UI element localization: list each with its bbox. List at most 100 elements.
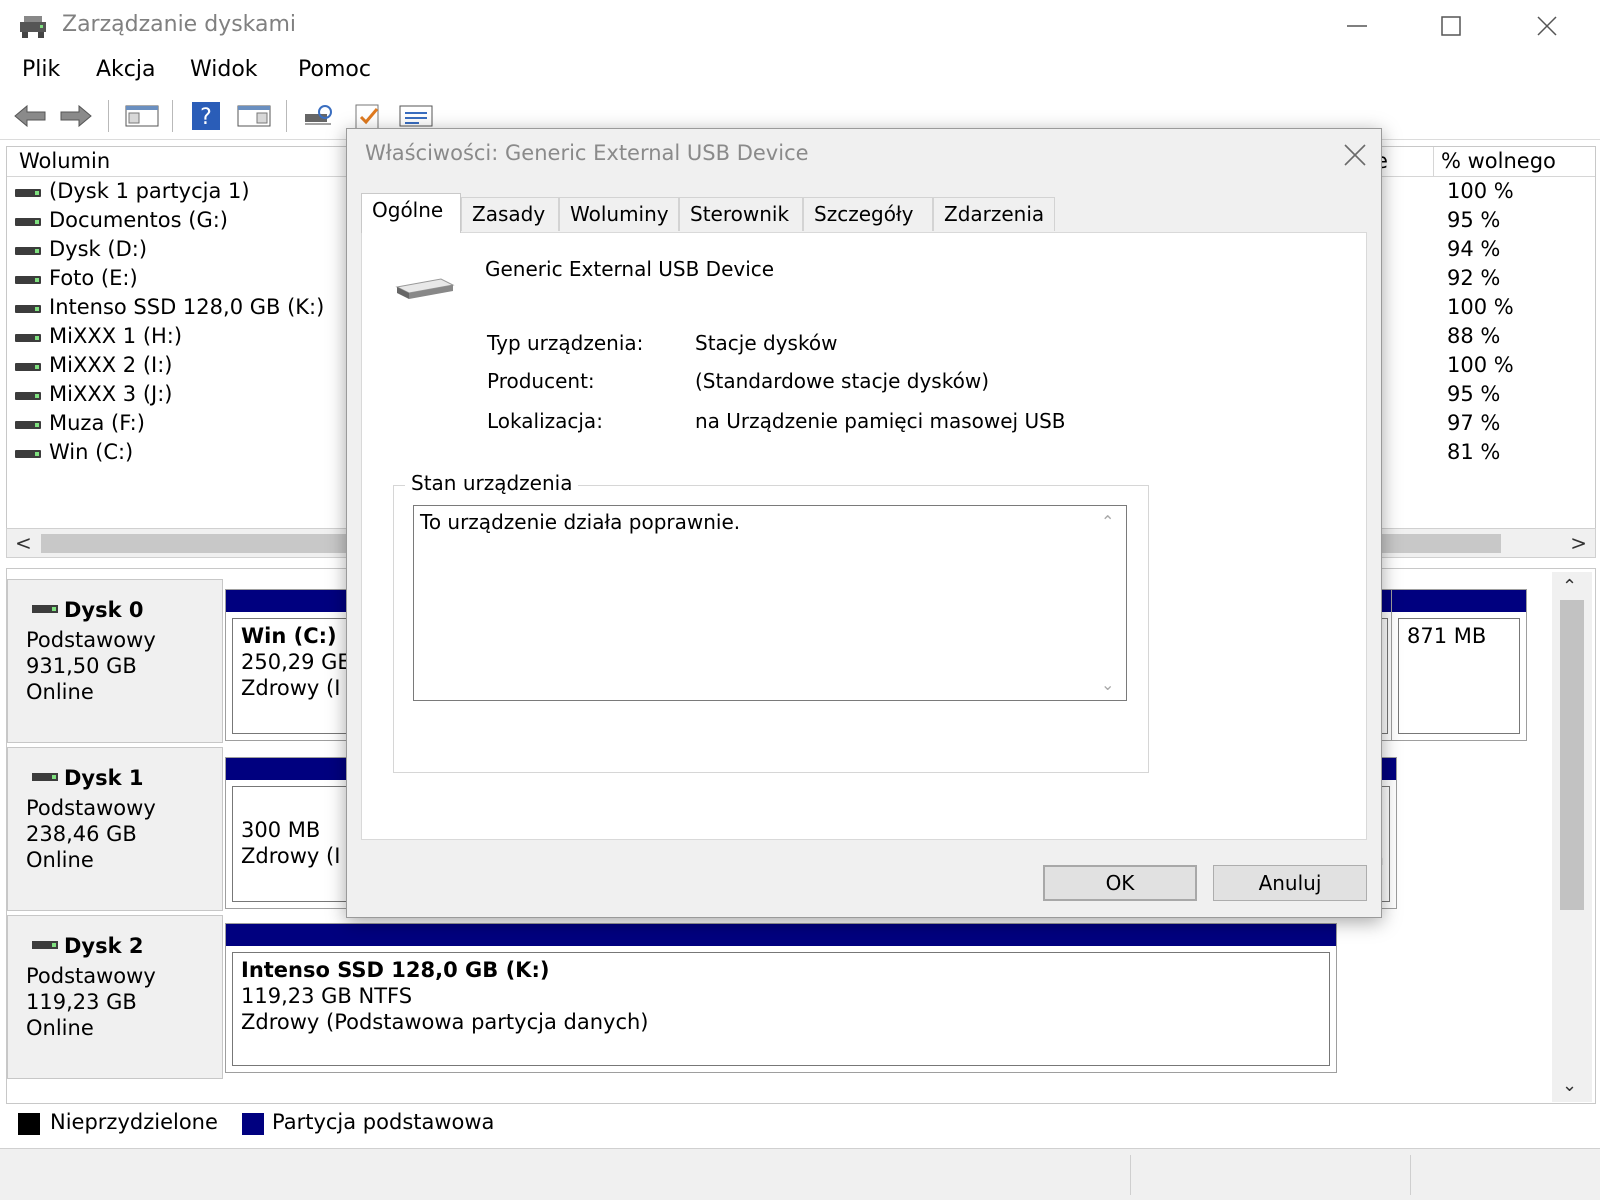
- device-type-value: Stacje dysków: [695, 331, 838, 355]
- window-title: Zarządzanie dyskami: [62, 12, 297, 37]
- scroll-right-icon[interactable]: >: [1570, 531, 1587, 555]
- volume-free-percent: 94 %: [1447, 237, 1501, 261]
- volume-name: Documentos (G:): [49, 208, 228, 232]
- legend-swatch-primary: [242, 1113, 264, 1135]
- volume-free-percent: 88 %: [1447, 324, 1501, 348]
- legend-label-primary: Partycja podstawowa: [272, 1110, 495, 1134]
- column-volume[interactable]: Wolumin: [19, 149, 110, 173]
- close-button[interactable]: [1524, 8, 1570, 44]
- device-type-label: Typ urządzenia:: [487, 331, 644, 355]
- disk-name: Dysk 0: [64, 598, 144, 622]
- disk-status: Online: [26, 680, 94, 704]
- svg-text:?: ?: [200, 105, 212, 130]
- dialog-close-button[interactable]: [1335, 135, 1375, 175]
- status-bar: [0, 1148, 1600, 1200]
- volume-drive-icon: [15, 189, 41, 197]
- menu-help[interactable]: Pomoc: [288, 57, 381, 82]
- volume-drive-icon: [15, 305, 41, 313]
- volume-name: Foto (E:): [49, 266, 138, 290]
- volume-free-percent: 100 %: [1447, 353, 1514, 377]
- partition-title: Intenso SSD 128,0 GB (K:): [241, 958, 550, 982]
- scroll-up-icon[interactable]: ⌃: [1562, 576, 1577, 597]
- disk-type: Podstawowy: [26, 796, 156, 820]
- location-value: na Urządzenie pamięci masowej USB: [695, 409, 1066, 433]
- properties-dialog: Właściwości: Generic External USB Device…: [346, 128, 1382, 918]
- help-icon: ?: [192, 102, 220, 130]
- forward-button[interactable]: [58, 98, 94, 134]
- disk-size: 238,46 GB: [26, 822, 137, 846]
- usb-drive-icon: [395, 278, 455, 299]
- back-arrow-icon: [14, 104, 46, 128]
- device-status-textbox[interactable]: To urządzenie działa poprawnie. ⌃ ⌄: [413, 505, 1127, 701]
- volume-name: Muza (F:): [49, 411, 145, 435]
- partition-bar: [226, 924, 1336, 946]
- tab-driver[interactable]: Sterownik: [679, 197, 803, 231]
- device-status-text: To urządzenie działa poprawnie.: [420, 510, 741, 534]
- tab-volumes[interactable]: Woluminy: [559, 197, 679, 231]
- minimize-icon: [1347, 25, 1367, 27]
- maximize-button[interactable]: [1428, 8, 1474, 44]
- disk-status: Online: [26, 1016, 94, 1040]
- forward-arrow-icon: [60, 104, 92, 128]
- disk-name: Dysk 2: [64, 934, 144, 958]
- scroll-left-icon[interactable]: <: [15, 531, 32, 555]
- volume-name: MiXXX 1 (H:): [49, 324, 183, 348]
- manufacturer-value: (Standardowe stacje dysków): [695, 369, 989, 393]
- disk-type: Podstawowy: [26, 628, 156, 652]
- volume-free-percent: 100 %: [1447, 179, 1514, 203]
- tab-general[interactable]: Ogólne: [361, 193, 461, 233]
- volume-free-percent: 81 %: [1447, 440, 1501, 464]
- disk-icon: [32, 941, 58, 949]
- minimize-button[interactable]: [1334, 8, 1380, 44]
- disk-2-label[interactable]: Dysk 2 Podstawowy 119,23 GB Online: [7, 915, 223, 1079]
- action-pane-button[interactable]: [236, 98, 272, 134]
- column-free-percent[interactable]: % wolnego: [1441, 149, 1595, 173]
- volume-name: Intenso SSD 128,0 GB (K:): [49, 295, 325, 319]
- ok-button[interactable]: OK: [1043, 865, 1197, 901]
- rescan-disks-button[interactable]: [300, 98, 336, 134]
- textbox-scrollbar[interactable]: ⌃ ⌄: [1092, 506, 1126, 700]
- volume-drive-icon: [15, 421, 41, 429]
- toolbar-separator: [108, 100, 109, 132]
- help-button[interactable]: ?: [188, 98, 224, 134]
- vertical-scroll-thumb[interactable]: [1560, 600, 1584, 910]
- scroll-down-icon[interactable]: ⌄: [1562, 1075, 1577, 1096]
- volume-free-percent: 95 %: [1447, 382, 1501, 406]
- volume-drive-icon: [15, 247, 41, 255]
- volume-name: MiXXX 3 (J:): [49, 382, 173, 406]
- menu-action[interactable]: Akcja: [86, 57, 165, 82]
- title-bar: Zarządzanie dyskami: [0, 0, 1600, 52]
- partition-details: 871 MB: [1398, 618, 1520, 734]
- volume-free-percent: 97 %: [1447, 411, 1501, 435]
- volume-free-percent: 92 %: [1447, 266, 1501, 290]
- volume-drive-icon: [15, 218, 41, 226]
- partition-details: Intenso SSD 128,0 GB (K:) 119,23 GB NTFS…: [232, 952, 1330, 1066]
- list-view-icon: [399, 105, 433, 127]
- disk-icon: [32, 605, 58, 613]
- partition-871mb[interactable]: 871 MB: [1391, 589, 1527, 741]
- disk-name: Dysk 1: [64, 766, 144, 790]
- back-button[interactable]: [12, 98, 48, 134]
- legend: Nieprzydzielone Partycja podstawowa: [6, 1106, 1596, 1142]
- partition-intenso-k[interactable]: Intenso SSD 128,0 GB (K:) 119,23 GB NTFS…: [225, 923, 1337, 1073]
- disk-1-label[interactable]: Dysk 1 Podstawowy 238,46 GB Online: [7, 747, 223, 911]
- toolbar-separator: [172, 100, 173, 132]
- volume-name: Dysk (D:): [49, 237, 148, 261]
- partition-bar: [1392, 590, 1526, 612]
- cancel-button[interactable]: Anuluj: [1213, 865, 1367, 901]
- tab-details[interactable]: Szczegóły: [803, 197, 933, 231]
- action-pane-icon: [237, 105, 271, 127]
- menu-view[interactable]: Widok: [180, 57, 268, 82]
- tab-policies[interactable]: Zasady: [461, 197, 559, 231]
- show-hide-tree-button[interactable]: [124, 98, 160, 134]
- scroll-down-icon[interactable]: ⌄: [1101, 675, 1114, 694]
- tab-events[interactable]: Zdarzenia: [933, 197, 1055, 231]
- location-label: Lokalizacja:: [487, 409, 603, 433]
- menu-file[interactable]: Plik: [12, 57, 70, 82]
- disk-management-icon: [20, 16, 46, 38]
- volume-name: (Dysk 1 partycja 1): [49, 179, 250, 203]
- vertical-scrollbar[interactable]: ⌃ ⌄: [1552, 572, 1592, 1102]
- disk-0-label[interactable]: Dysk 0 Podstawowy 931,50 GB Online: [7, 579, 223, 743]
- legend-label-unallocated: Nieprzydzielone: [50, 1110, 218, 1134]
- scroll-up-icon[interactable]: ⌃: [1101, 512, 1114, 531]
